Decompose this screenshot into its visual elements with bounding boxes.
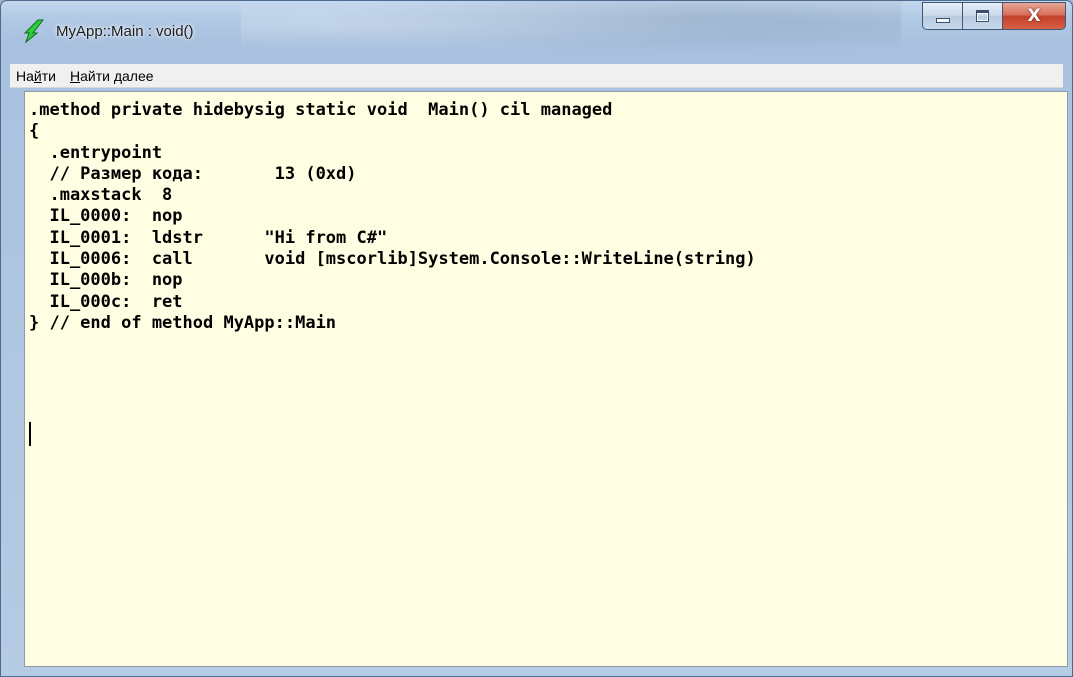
code-line: IL_0006: call void [mscorlib]System.Cons… (29, 249, 756, 270)
code-block: .method private hidebysig static void Ma… (25, 92, 1067, 334)
code-line: IL_000c: ret (29, 291, 183, 312)
menu-find-next-label-end: айти далее (80, 67, 154, 84)
menu-find[interactable]: Найти (10, 65, 63, 87)
code-line: .method private hidebysig static void Ma… (29, 100, 613, 120)
maximize-button[interactable] (962, 2, 1002, 30)
caption-buttons: X (922, 2, 1066, 32)
minimize-button[interactable] (922, 2, 962, 30)
code-editor[interactable]: .method private hidebysig static void Ma… (24, 91, 1068, 667)
code-line: IL_000b: nop (29, 270, 183, 291)
minimize-icon (935, 18, 950, 23)
menu-find-label-start: На (16, 67, 34, 84)
close-button[interactable]: X (1002, 2, 1066, 30)
code-line: .entrypoint (29, 142, 163, 163)
code-line: // Размер кода: 13 (0xd) (29, 163, 357, 184)
code-line: } // end of method MyApp::Main (29, 312, 337, 333)
code-line: IL_0000: nop (29, 206, 183, 227)
title-bar[interactable]: MyApp::Main : void() X (1, 1, 1072, 57)
menu-find-label-end: ти (41, 67, 56, 84)
app-window: MyApp::Main : void() X Найти Найти далее… (0, 0, 1073, 677)
menu-find-accelerator: й (33, 67, 42, 84)
code-line: { (29, 121, 40, 142)
lightning-app-icon (23, 19, 45, 43)
text-caret (29, 422, 31, 446)
menu-bar: Найти Найти далее (10, 64, 1063, 88)
menu-find-next[interactable]: Найти далее (63, 65, 161, 87)
window-title: MyApp::Main : void() (56, 23, 194, 40)
close-icon: X (1027, 5, 1041, 26)
code-line: .maxstack 8 (29, 185, 173, 206)
maximize-icon (976, 10, 989, 22)
menu-find-next-accelerator: Н (69, 67, 81, 84)
code-line: IL_0001: ldstr "Hi from C#" (29, 227, 388, 248)
